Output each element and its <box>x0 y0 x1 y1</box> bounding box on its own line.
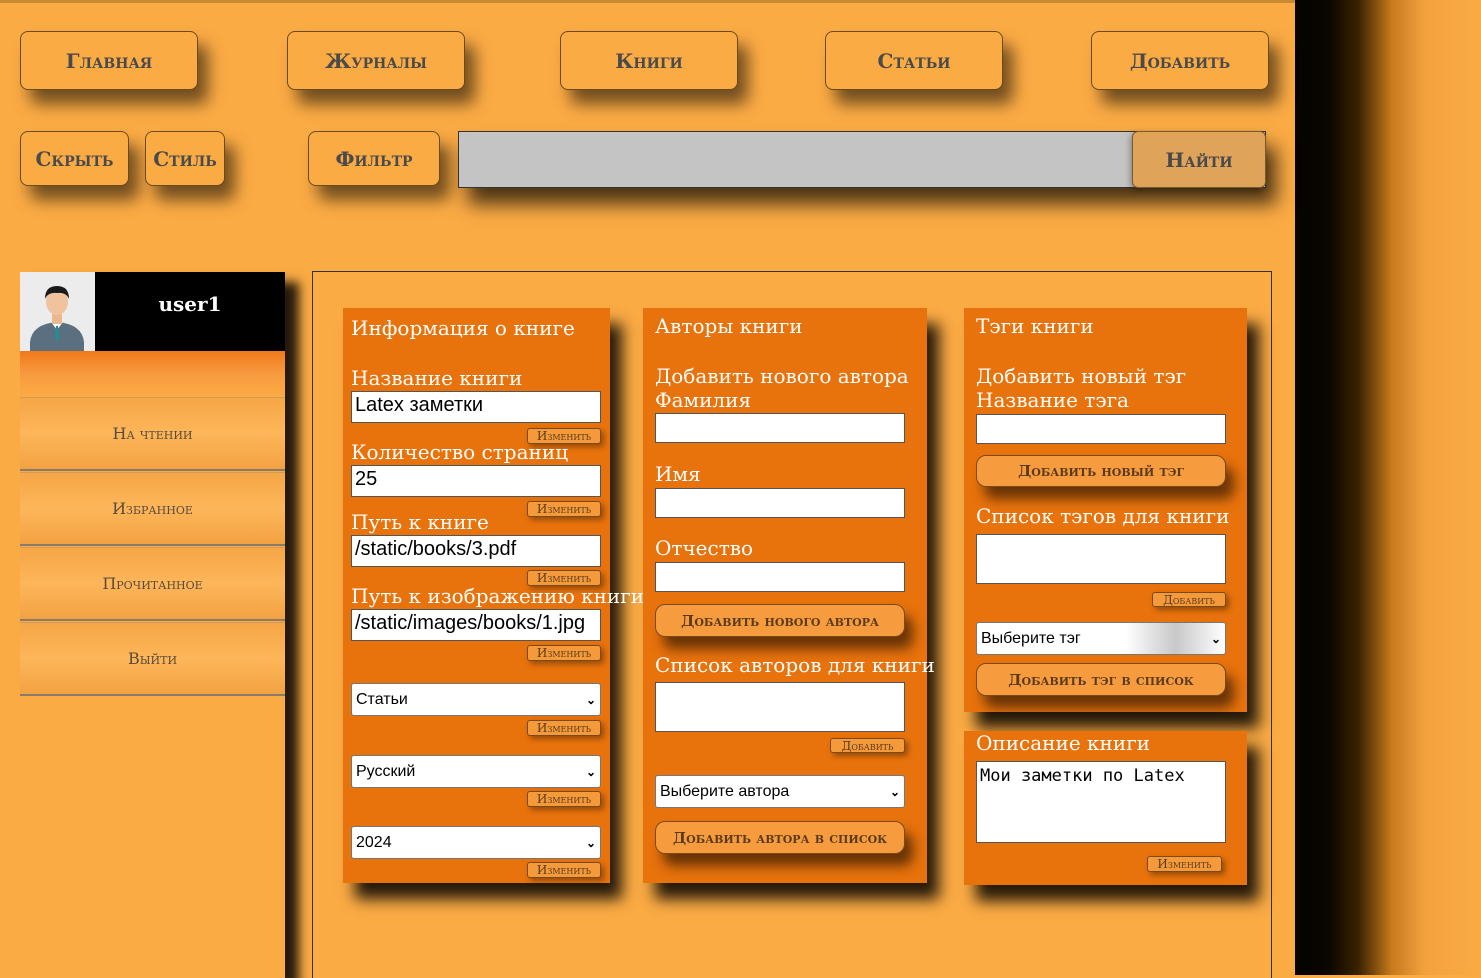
main-panel: Информация о книге Название книги Latex … <box>312 271 1272 978</box>
change-year-button[interactable]: Изменить <box>527 862 601 878</box>
add-new-tag-button[interactable]: Добавить новый тэг <box>976 455 1226 487</box>
style-button[interactable]: Стиль <box>145 131 225 186</box>
tags-list[interactable] <box>976 534 1226 584</box>
change-image-button[interactable]: Изменить <box>527 645 601 661</box>
path-label: Путь к книге <box>351 510 489 534</box>
sidebar-item-favorites[interactable]: Избранное <box>20 472 285 546</box>
authors-list-label: Список авторов для книги <box>655 653 935 677</box>
nav-add-button[interactable]: Добавить <box>1091 31 1269 90</box>
nav-articles-button[interactable]: Статьи <box>825 31 1003 90</box>
change-language-button[interactable]: Изменить <box>527 791 601 807</box>
surname-label: Фамилия <box>655 388 752 412</box>
tags-list-label: Список тэгов для книги <box>976 504 1230 528</box>
nav-journals-button[interactable]: Журналы <box>287 31 465 90</box>
tag-name-input[interactable] <box>976 414 1226 444</box>
type-select[interactable]: Статьи ⌄ <box>351 683 601 716</box>
first-name-input[interactable] <box>655 488 905 518</box>
chevron-down-icon: ⌄ <box>585 692 596 707</box>
nav-home-button[interactable]: Главная <box>20 31 198 90</box>
change-type-button[interactable]: Изменить <box>527 720 601 736</box>
add-author-to-list-button[interactable]: Добавить автора в список <box>655 821 905 854</box>
tag-name-label: Название тэга <box>976 388 1129 412</box>
page: Главная Журналы Книги Статьи Добавить Ск… <box>0 0 1295 978</box>
add-tag-label: Добавить новый тэг <box>976 364 1187 388</box>
year-select[interactable]: 2024 ⌄ <box>351 826 601 859</box>
add-new-author-button[interactable]: Добавить нового автора <box>655 604 905 637</box>
sidebar-item-read[interactable]: Прочитанное <box>20 547 285 621</box>
user-bar: user1 <box>20 272 285 351</box>
pages-input[interactable]: 25 <box>351 465 601 497</box>
tags-title: Тэги книги <box>976 314 1094 338</box>
sidebar-item-reading[interactable]: На чтении <box>20 397 285 471</box>
year-select-value: 2024 <box>356 833 392 851</box>
find-button[interactable]: Найти <box>1132 131 1266 188</box>
change-pages-button[interactable]: Изменить <box>527 501 601 517</box>
search-bar: Найти <box>458 131 1266 188</box>
add-tag-button[interactable]: Добавить <box>1152 592 1226 607</box>
book-info-title: Информация о книге <box>351 316 575 340</box>
authors-card: Авторы книги Добавить нового автора Фами… <box>643 308 935 883</box>
author-select[interactable]: Выберите автора ⌄ <box>655 775 905 808</box>
book-info-card: Информация о книге Название книги Latex … <box>343 308 644 883</box>
surname-input[interactable] <box>655 413 905 443</box>
sidebar: user1 На чтении Избранное Прочитанное Вы… <box>20 272 285 978</box>
chevron-down-icon: ⌄ <box>1210 631 1221 646</box>
language-select[interactable]: Русский ⌄ <box>351 755 601 788</box>
path-input[interactable]: /static/books/3.pdf <box>351 535 601 567</box>
tags-card: Тэги книги Добавить новый тэг Название т… <box>964 308 1247 712</box>
first-name-label: Имя <box>655 462 701 486</box>
chevron-down-icon: ⌄ <box>585 764 596 779</box>
username: user1 <box>158 292 222 316</box>
description-title: Описание книги <box>976 731 1151 755</box>
book-name-label: Название книги <box>351 366 523 390</box>
hide-button[interactable]: Скрыть <box>20 131 129 186</box>
change-description-button[interactable]: Изменить <box>1147 856 1222 872</box>
page-shadow-zone <box>1295 0 1481 975</box>
authors-title: Авторы книги <box>655 314 803 338</box>
patronymic-label: Отчество <box>655 536 754 560</box>
book-name-input[interactable]: Latex заметки <box>351 391 601 423</box>
add-author-label: Добавить нового автора <box>655 364 909 388</box>
type-select-value: Статьи <box>356 690 408 708</box>
filter-button[interactable]: Фильтр <box>308 131 440 186</box>
tag-select-value: Выберите тэг <box>981 629 1081 647</box>
avatar <box>20 272 95 351</box>
sidebar-item-logout[interactable]: Выйти <box>20 622 285 696</box>
patronymic-input[interactable] <box>655 562 905 592</box>
nav-books-button[interactable]: Книги <box>560 31 738 90</box>
pages-label: Количество страниц <box>351 440 569 464</box>
language-select-value: Русский <box>356 762 416 780</box>
chevron-down-icon: ⌄ <box>585 835 596 850</box>
add-author-button[interactable]: Добавить <box>830 738 905 753</box>
image-path-label: Путь к изображению книги <box>351 584 645 608</box>
description-textarea[interactable]: Мои заметки по Latex <box>976 761 1226 843</box>
add-tag-to-list-button[interactable]: Добавить тэг в список <box>976 663 1226 696</box>
image-path-input[interactable]: /static/images/books/1.jpg <box>351 609 601 641</box>
author-select-value: Выберите автора <box>660 782 790 800</box>
authors-list[interactable] <box>655 682 905 732</box>
sidebar-glow <box>20 351 285 397</box>
tag-select[interactable]: Выберите тэг ⌄ <box>976 622 1226 655</box>
chevron-down-icon: ⌄ <box>889 784 900 799</box>
description-card: Описание книги Мои заметки по Latex Изме… <box>964 731 1247 885</box>
